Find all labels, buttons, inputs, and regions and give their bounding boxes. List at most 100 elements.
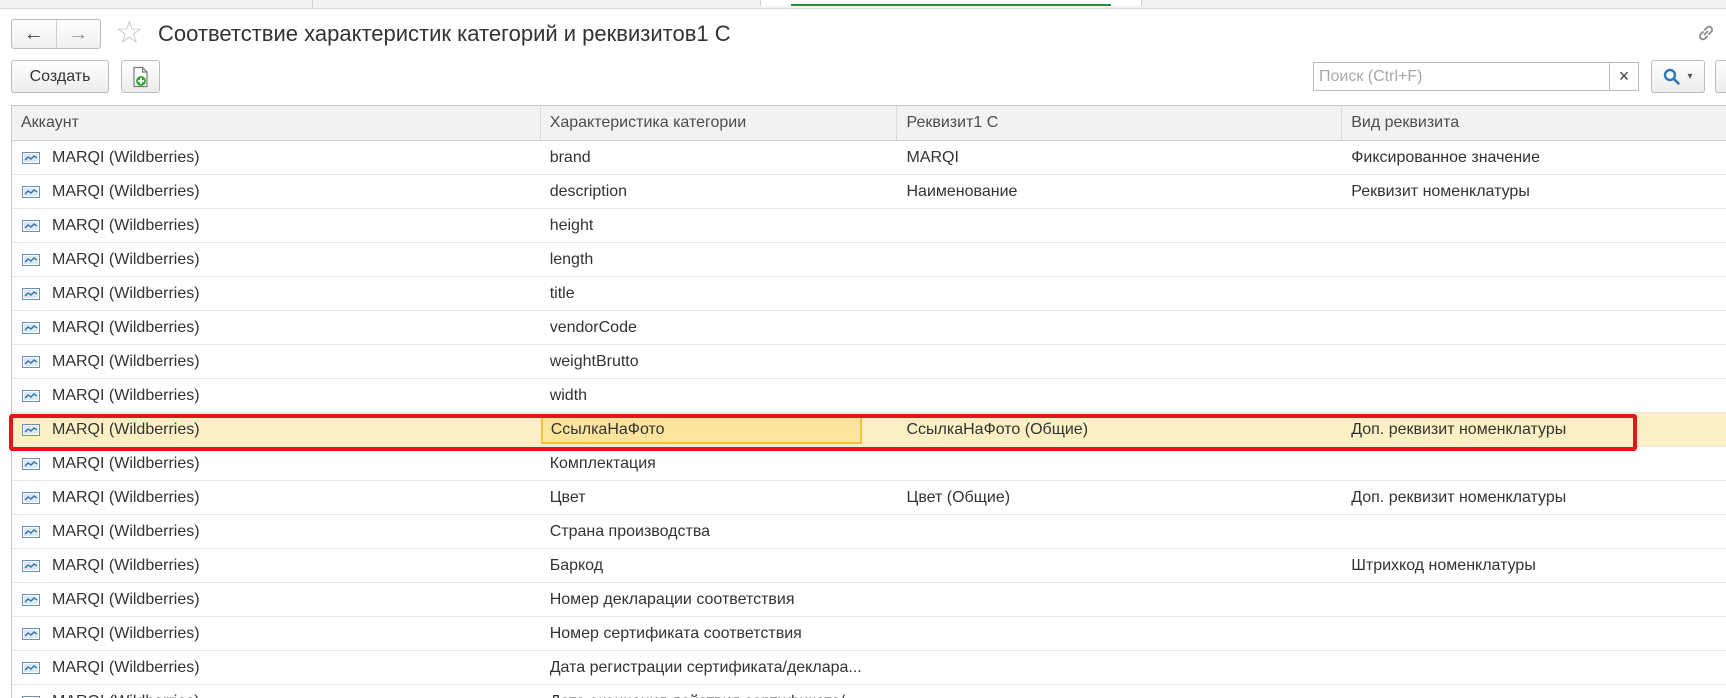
cell-attribute-type[interactable] — [1342, 685, 1726, 698]
cell-characteristic[interactable]: Дата окончания действия сертификата/... — [541, 685, 898, 698]
cell-attribute-type[interactable]: Доп. реквизит номенклатуры — [1342, 413, 1726, 446]
cell-attribute-type[interactable] — [1342, 277, 1726, 310]
cell-account[interactable]: MARQI (Wildberries) — [12, 685, 541, 698]
column-header-category-characteristic[interactable]: Характеристика категории — [541, 106, 898, 140]
column-header-attribute-type[interactable]: Вид реквизита — [1342, 106, 1726, 140]
cell-attribute-type[interactable] — [1342, 311, 1726, 344]
link-icon[interactable] — [1695, 22, 1717, 44]
table-row[interactable]: MARQI (Wildberries) description Наименован… — [12, 175, 1726, 209]
star-icon[interactable]: ☆ — [115, 16, 144, 48]
cell-account[interactable]: MARQI (Wildberries) — [12, 379, 541, 412]
cell-account[interactable]: MARQI (Wildberries) — [12, 651, 541, 684]
cell-account[interactable]: MARQI (Wildberries) — [12, 141, 541, 174]
cell-characteristic[interactable]: height — [541, 209, 898, 242]
table-row[interactable]: MARQI (Wildberries) Дата регистрации серт… — [12, 651, 1726, 685]
search-input[interactable] — [1314, 63, 1609, 90]
cell-account[interactable]: MARQI (Wildberries) — [12, 481, 541, 514]
table-row[interactable]: MARQI (Wildberries) Дата окончания действ… — [12, 685, 1726, 698]
table-row[interactable]: MARQI (Wildberries) weightBrutto — [12, 345, 1726, 379]
cell-attribute-type[interactable]: Фиксированное значение — [1342, 141, 1726, 174]
focused-cell[interactable]: СсылкаНаФото — [540, 415, 862, 444]
cell-attribute-type[interactable] — [1342, 243, 1726, 276]
copy-button[interactable] — [121, 60, 160, 93]
cell-attribute[interactable] — [897, 209, 1342, 242]
cell-attribute-type[interactable] — [1342, 379, 1726, 412]
cell-characteristic[interactable]: title — [541, 277, 898, 310]
cell-account[interactable]: MARQI (Wildberries) — [12, 413, 541, 446]
table-row[interactable]: MARQI (Wildberries) title — [12, 277, 1726, 311]
cell-attribute-type[interactable] — [1342, 617, 1726, 650]
cell-attribute[interactable] — [897, 345, 1342, 378]
cell-characteristic[interactable]: Баркод — [541, 549, 898, 582]
cell-account[interactable]: MARQI (Wildberries) — [12, 515, 541, 548]
cell-characteristic[interactable]: brand — [541, 141, 898, 174]
column-header-1c-attribute[interactable]: Реквизит1 С — [897, 106, 1343, 140]
more-actions-button[interactable] — [1715, 60, 1726, 93]
cell-attribute-type[interactable] — [1342, 345, 1726, 378]
cell-characteristic[interactable]: Цвет — [541, 481, 898, 514]
cell-attribute-type[interactable]: Штрихкод номенклатуры — [1342, 549, 1726, 582]
table-row[interactable]: MARQI (Wildberries) Номер сертификата соо… — [12, 617, 1726, 651]
cell-attribute[interactable] — [897, 651, 1342, 684]
cell-characteristic[interactable]: description — [541, 175, 898, 208]
cell-characteristic[interactable]: vendorCode — [541, 311, 898, 344]
forward-button[interactable]: → — [57, 20, 101, 48]
cell-attribute[interactable] — [897, 617, 1342, 650]
cell-attribute-type[interactable]: Доп. реквизит номенклатуры — [1342, 481, 1726, 514]
cell-account[interactable]: MARQI (Wildberries) — [12, 311, 541, 344]
cell-attribute[interactable] — [897, 379, 1342, 412]
cell-attribute[interactable]: MARQI — [897, 141, 1342, 174]
table-row[interactable]: MARQI (Wildberries) Комплектация — [12, 447, 1726, 481]
cell-characteristic[interactable]: Номер декларации соответствия — [541, 583, 898, 616]
table-row[interactable]: MARQI (Wildberries) brand MARQI Фиксированн… — [12, 141, 1726, 175]
cell-attribute[interactable] — [897, 277, 1342, 310]
cell-characteristic[interactable]: weightBrutto — [541, 345, 898, 378]
cell-characteristic[interactable]: Дата регистрации сертификата/деклара... — [541, 651, 898, 684]
cell-attribute-type[interactable] — [1342, 651, 1726, 684]
cell-attribute[interactable] — [897, 515, 1342, 548]
cell-attribute[interactable] — [897, 583, 1342, 616]
table-row-selected[interactable]: MARQI (Wildberries) СсылкаНаФото СсылкаНаФ… — [12, 413, 1726, 447]
cell-account[interactable]: MARQI (Wildberries) — [12, 243, 541, 276]
clear-search-button[interactable]: × — [1609, 63, 1638, 90]
table-row[interactable]: MARQI (Wildberries) Номер декларации соот… — [12, 583, 1726, 617]
table-row[interactable]: MARQI (Wildberries) length — [12, 243, 1726, 277]
active-window-tab[interactable] — [760, 0, 1142, 6]
cell-attribute-type[interactable]: Реквизит номенклатуры — [1342, 175, 1726, 208]
cell-characteristic[interactable]: Комплектация — [541, 447, 898, 480]
cell-attribute-type[interactable] — [1342, 515, 1726, 548]
cell-account[interactable]: MARQI (Wildberries) — [12, 345, 541, 378]
cell-account[interactable]: MARQI (Wildberries) — [12, 175, 541, 208]
cell-account[interactable]: MARQI (Wildberries) — [12, 277, 541, 310]
cell-attribute[interactable] — [897, 685, 1342, 698]
cell-attribute[interactable] — [897, 243, 1342, 276]
cell-attribute[interactable] — [897, 447, 1342, 480]
column-header-account[interactable]: Аккаунт — [12, 106, 541, 140]
cell-characteristic[interactable]: length — [541, 243, 898, 276]
cell-characteristic[interactable]: Номер сертификата соответствия — [541, 617, 898, 650]
cell-attribute[interactable] — [897, 311, 1342, 344]
table-row[interactable]: MARQI (Wildberries) height — [12, 209, 1726, 243]
cell-characteristic[interactable]: Страна производства — [541, 515, 898, 548]
table-row[interactable]: MARQI (Wildberries) Баркод Штрихкод номенк… — [12, 549, 1726, 583]
table-row[interactable]: MARQI (Wildberries) width — [12, 379, 1726, 413]
table-row[interactable]: MARQI (Wildberries) Цвет Цвет (Общие) Доп. … — [12, 481, 1726, 515]
cell-attribute[interactable] — [897, 549, 1342, 582]
back-button[interactable]: ← — [12, 20, 57, 48]
search-button[interactable]: ▾ — [1651, 60, 1705, 93]
cell-account[interactable]: MARQI (Wildberries) — [12, 583, 541, 616]
cell-account[interactable]: MARQI (Wildberries) — [12, 617, 541, 650]
cell-attribute-type[interactable] — [1342, 583, 1726, 616]
cell-attribute[interactable]: Цвет (Общие) — [897, 481, 1342, 514]
create-button[interactable]: Создать — [11, 60, 109, 93]
cell-attribute[interactable]: СсылкаНаФото (Общие) — [897, 413, 1342, 446]
cell-account[interactable]: MARQI (Wildberries) — [12, 447, 541, 480]
cell-attribute-type[interactable] — [1342, 447, 1726, 480]
table-row[interactable]: MARQI (Wildberries) vendorCode — [12, 311, 1726, 345]
cell-attribute-type[interactable] — [1342, 209, 1726, 242]
cell-characteristic[interactable]: СсылкаНаФото — [540, 413, 898, 446]
cell-account[interactable]: MARQI (Wildberries) — [12, 209, 541, 242]
cell-account[interactable]: MARQI (Wildberries) — [12, 549, 541, 582]
table-row[interactable]: MARQI (Wildberries) Страна производства — [12, 515, 1726, 549]
cell-attribute[interactable]: Наименование — [897, 175, 1342, 208]
